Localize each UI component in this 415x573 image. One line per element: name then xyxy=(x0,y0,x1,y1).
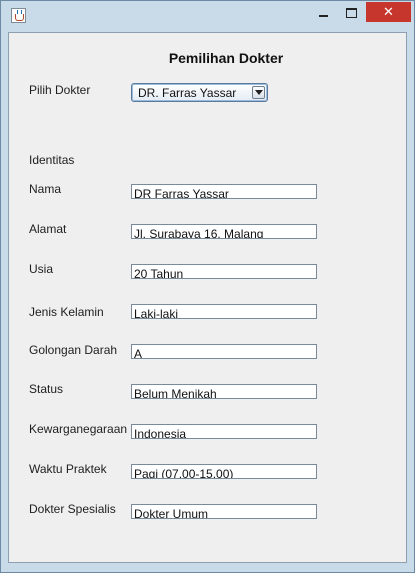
alamat-label: Alamat xyxy=(29,222,67,236)
status-label: Status xyxy=(29,382,64,396)
nama-label: Nama xyxy=(29,182,62,196)
status-field[interactable]: Belum Menikah xyxy=(131,384,317,399)
golongan-darah-label: Golongan Darah xyxy=(29,343,118,357)
dokter-spesialis-field[interactable]: Dokter Umum xyxy=(131,504,317,519)
waktu-praktek-field[interactable]: Pagi (07.00-15.00) xyxy=(131,464,317,479)
kewarganegaraan-field[interactable]: Indonesia xyxy=(131,424,317,439)
golongan-darah-field[interactable]: A xyxy=(131,344,317,359)
alamat-field[interactable]: Jl. Surabaya 16, Malang xyxy=(131,224,317,239)
nama-field[interactable]: DR Farras Yassar xyxy=(131,184,317,199)
doctor-select-value: DR. Farras Yassar xyxy=(138,86,237,100)
kewarganegaraan-label: Kewarganegaraan xyxy=(29,422,128,436)
minimize-button[interactable] xyxy=(310,2,337,23)
pilih-dokter-label: Pilih Dokter xyxy=(29,83,91,97)
dokter-spesialis-label: Dokter Spesialis xyxy=(29,502,116,516)
waktu-praktek-label: Waktu Praktek xyxy=(29,462,107,476)
form-panel: Pemilihan Dokter Pilih Dokter DR. Farras… xyxy=(8,32,407,563)
app-window: ✕ Pemilihan Dokter Pilih Dokter DR. Farr… xyxy=(0,0,415,573)
close-icon: ✕ xyxy=(383,4,394,20)
java-cup-icon xyxy=(11,8,26,23)
jenis-kelamin-label: Jenis Kelamin xyxy=(29,305,104,319)
maximize-icon xyxy=(346,7,357,18)
doctor-select[interactable]: DR. Farras Yassar xyxy=(131,83,268,102)
minimize-icon xyxy=(319,14,328,17)
dropdown-button[interactable] xyxy=(252,86,265,99)
jenis-kelamin-field[interactable]: Laki-laki xyxy=(131,304,317,319)
maximize-button[interactable] xyxy=(338,2,365,23)
usia-field[interactable]: 20 Tahun xyxy=(131,264,317,279)
page-title: Pemilihan Dokter xyxy=(168,50,284,66)
chevron-down-icon xyxy=(255,90,263,95)
close-button[interactable]: ✕ xyxy=(366,2,411,22)
identitas-label: Identitas xyxy=(29,153,75,167)
usia-label: Usia xyxy=(29,262,54,276)
title-bar[interactable]: ✕ xyxy=(1,1,414,31)
